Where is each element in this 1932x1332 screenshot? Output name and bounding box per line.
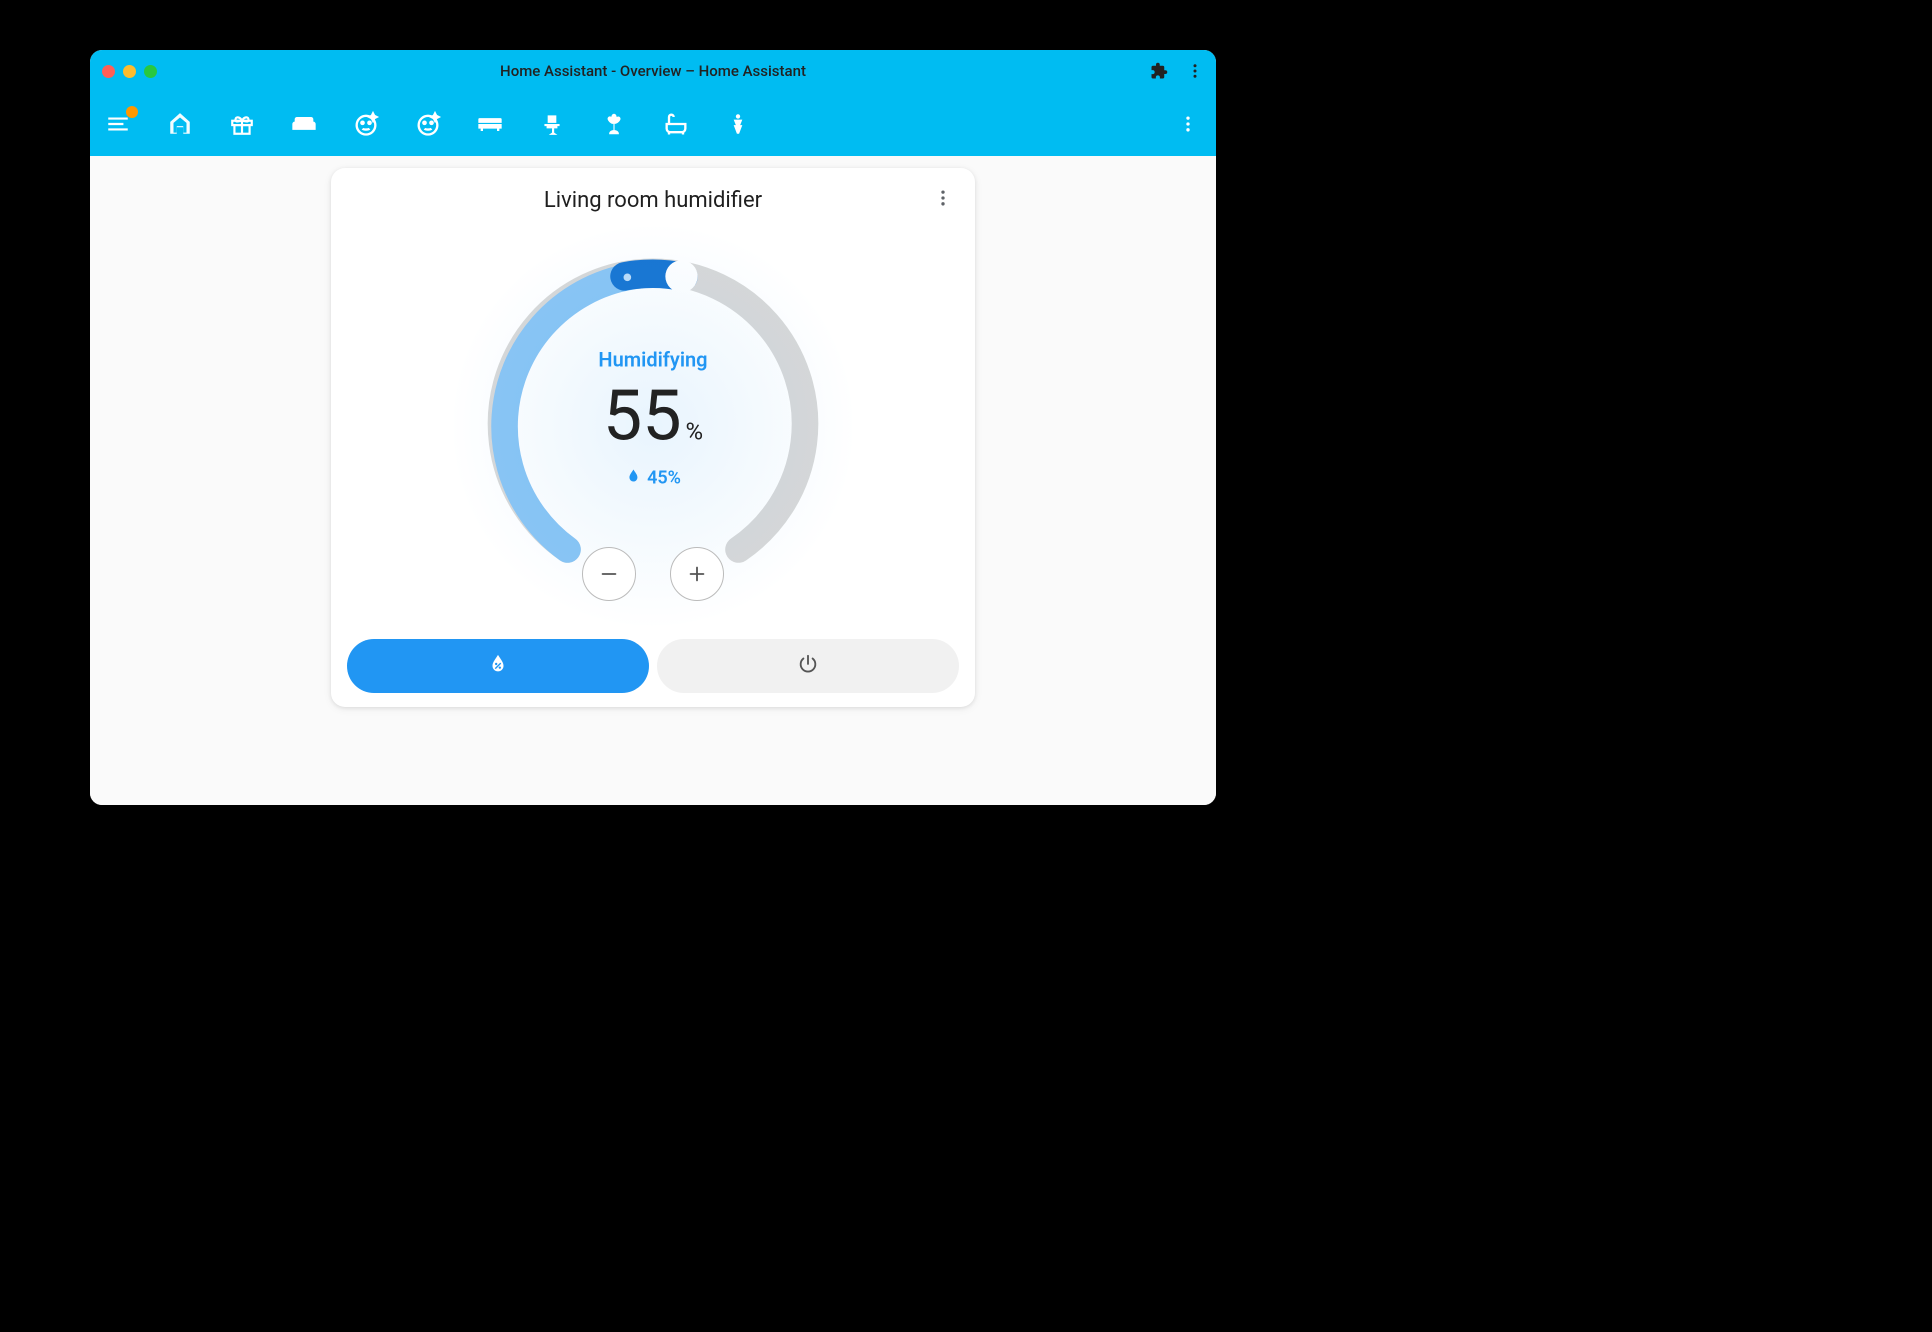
close-window-button[interactable] [102,65,115,78]
decrease-button[interactable] [582,547,636,601]
tab-person[interactable] [724,110,752,138]
tab-flower[interactable] [600,110,628,138]
mode-row [347,639,959,693]
titlebar-right [1150,62,1204,80]
water-percent-icon [487,653,509,679]
gauge-center: Humidifying 55 % 45% [598,347,707,488]
card-more-button[interactable] [933,188,953,212]
app-window: Home Assistant - Overview – Home Assista… [90,50,1216,805]
toolbar-overflow-button[interactable] [1174,110,1202,138]
window-controls [102,65,157,78]
target-unit: % [686,419,704,443]
tab-bed[interactable] [476,110,504,138]
extensions-icon[interactable] [1150,62,1168,80]
app-toolbar [90,92,1216,156]
browser-menu-button[interactable] [1186,62,1204,80]
power-icon [797,653,819,679]
tab-face-2[interactable] [414,110,442,138]
card-header: Living room humidifier [347,184,959,221]
state-label: Humidifying [598,347,707,371]
tab-gift[interactable] [228,110,256,138]
menu-button[interactable] [104,110,132,138]
gauge[interactable]: Humidifying 55 % 45% [347,221,959,631]
minimize-window-button[interactable] [123,65,136,78]
tab-home[interactable] [166,110,194,138]
titlebar: Home Assistant - Overview – Home Assista… [90,50,1216,92]
window-title: Home Assistant - Overview – Home Assista… [90,62,1216,80]
tab-bathtub[interactable] [662,110,690,138]
current-humidity-value: 45% [647,467,681,488]
increase-button[interactable] [670,547,724,601]
humidifier-card: Living room humidifier [331,168,975,707]
notification-badge [126,106,138,118]
mode-humidity-button[interactable] [347,639,649,693]
target-humidity: 55 % [603,381,703,451]
tab-face-1[interactable] [352,110,380,138]
water-drop-icon [625,467,641,488]
tab-sofa[interactable] [290,110,318,138]
mode-power-button[interactable] [657,639,959,693]
card-title: Living room humidifier [544,188,762,213]
adjust-buttons [582,547,724,601]
tab-office-chair[interactable] [538,110,566,138]
target-value: 55 [603,381,682,451]
current-humidity-row: 45% [598,467,707,488]
maximize-window-button[interactable] [144,65,157,78]
content-area: Living room humidifier [90,156,1216,805]
